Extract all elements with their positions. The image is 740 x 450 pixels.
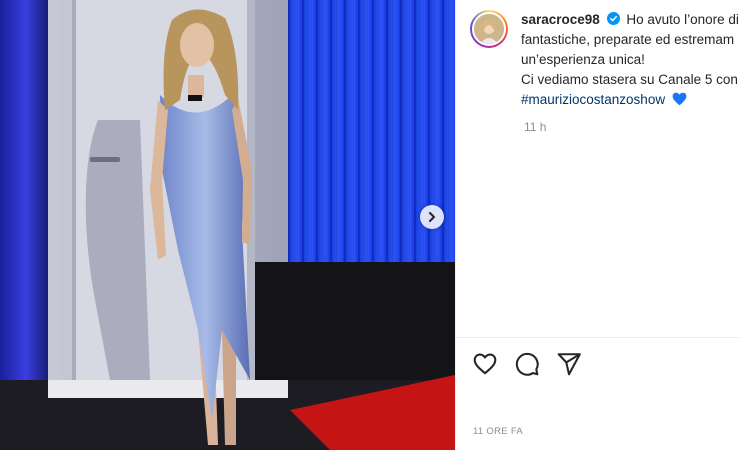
avatar[interactable] <box>470 10 508 48</box>
send-icon[interactable] <box>556 351 582 377</box>
heart-icon[interactable] <box>472 351 498 377</box>
caption-line-1: Ho avuto l’onore di <box>626 12 739 27</box>
avatar-photo <box>474 14 504 44</box>
caption-row: saracroce98 Ho avuto l’onore di fantasti… <box>470 10 740 110</box>
photo-image <box>0 0 455 450</box>
post-date: 11 ORE FA <box>473 426 524 437</box>
comment-icon[interactable] <box>514 351 540 377</box>
avatar-image <box>472 12 506 46</box>
caption: saracroce98 Ho avuto l’onore di fantasti… <box>521 10 739 110</box>
post-side-panel: saracroce98 Ho avuto l’onore di fantasti… <box>455 0 740 450</box>
caption-line-4: Ci vediamo stasera su Canale 5 con <box>521 72 738 87</box>
blue-heart-icon <box>672 92 687 106</box>
hashtag-link[interactable]: #mauriziocostanzoshow <box>521 92 665 107</box>
next-photo-button[interactable] <box>420 205 444 229</box>
time-ago[interactable]: 11 h <box>524 120 546 134</box>
divider <box>456 337 740 338</box>
action-bar <box>472 351 582 377</box>
post-photo <box>0 0 455 450</box>
verified-badge-icon <box>606 12 620 25</box>
username-link[interactable]: saracroce98 <box>521 12 600 27</box>
caption-line-3: un’esperienza unica! <box>521 52 645 67</box>
caption-line-2: fantastiche, preparate ed estremam <box>521 32 735 47</box>
chevron-right-icon <box>429 212 435 222</box>
